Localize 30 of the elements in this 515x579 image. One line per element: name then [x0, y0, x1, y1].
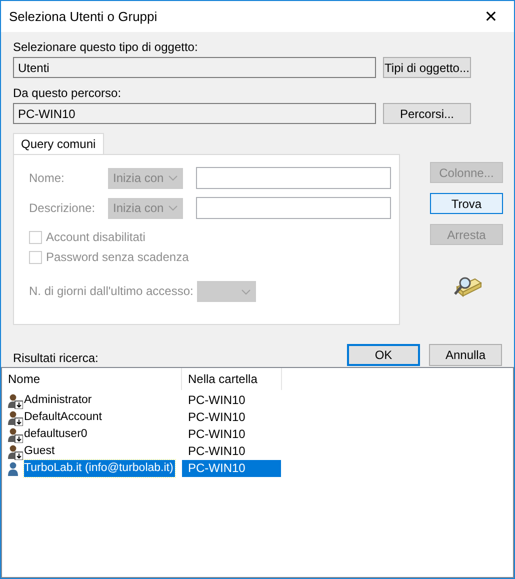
default-button[interactable]: OK [347, 344, 420, 366]
field-label: Descrizione: [29, 200, 95, 216]
folder-cell[interactable]: PC-WIN10 [182, 392, 281, 409]
window-title: Seleziona Utenti o Gruppi [9, 9, 158, 24]
user-name[interactable]: Administrator [24, 392, 94, 409]
field-label: Da questo percorso: [13, 86, 122, 101]
user-name[interactable]: defaultuser0 [24, 426, 90, 443]
dialog-button[interactable]: Annulla [429, 344, 502, 366]
field-label: Nome: [29, 170, 66, 186]
object-types-button[interactable]: Tipi di oggetto... [383, 57, 471, 78]
close-button[interactable]: ✕ [468, 1, 514, 32]
tab[interactable]: Query comuni [13, 133, 104, 154]
results-label: Risultati ricerca: [13, 351, 98, 366]
checkbox-label: Account disabilitati [46, 230, 146, 244]
user-name[interactable]: TurboLab.it (info@turbolab.it) [24, 460, 176, 477]
checkbox-label: Password senza scadenza [46, 250, 189, 264]
column-header[interactable]: Nome [2, 368, 182, 390]
field-label: N. di giorni dall'ultimo accesso: [29, 284, 194, 299]
field-label: Selezionare questo tipo di oggetto: [13, 40, 199, 55]
locations-button[interactable]: Percorsi... [383, 103, 471, 124]
user-name[interactable]: DefaultAccount [24, 409, 104, 426]
folder-cell[interactable]: PC-WIN10 [182, 443, 281, 460]
column-header[interactable]: Nella cartella [182, 368, 282, 390]
user-name[interactable]: Guest [24, 443, 57, 460]
folder-cell[interactable]: PC-WIN10 [182, 460, 281, 477]
side-button[interactable]: Trova [430, 193, 503, 214]
location-field: PC-WIN10 [13, 103, 376, 124]
folder-cell[interactable]: PC-WIN10 [182, 409, 281, 426]
object-type-field: Utenti [13, 57, 376, 78]
folder-cell[interactable]: PC-WIN10 [182, 426, 281, 443]
